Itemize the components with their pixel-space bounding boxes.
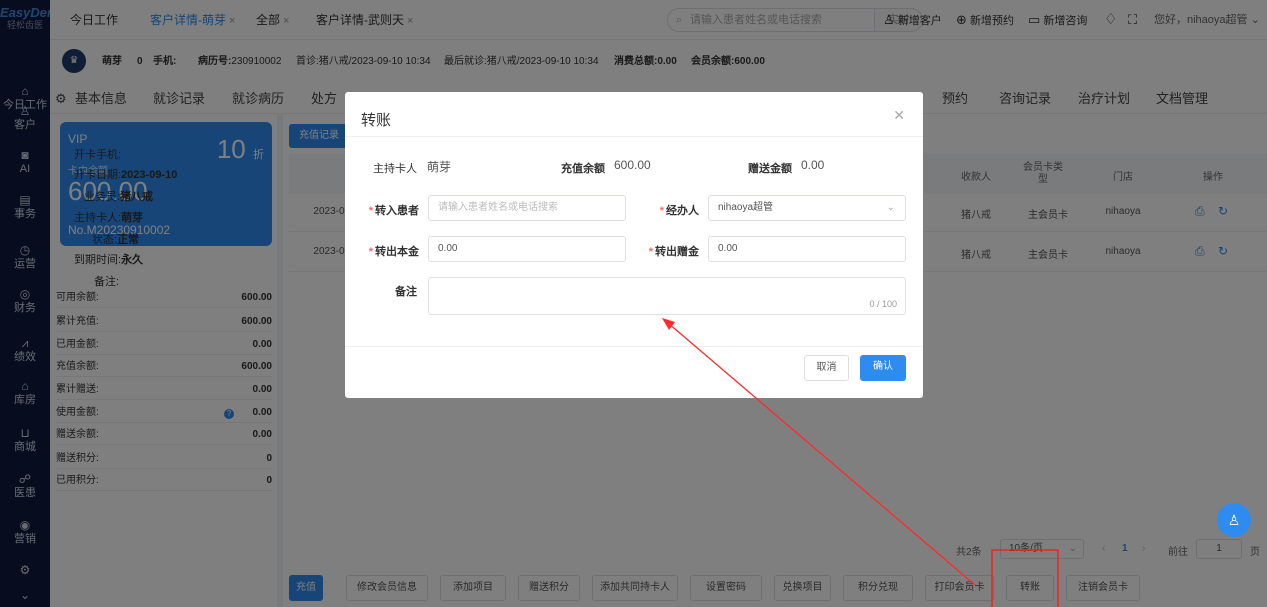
- annotation-arrow: [662, 318, 1059, 607]
- help-chat-icon[interactable]: ♙: [1217, 503, 1251, 537]
